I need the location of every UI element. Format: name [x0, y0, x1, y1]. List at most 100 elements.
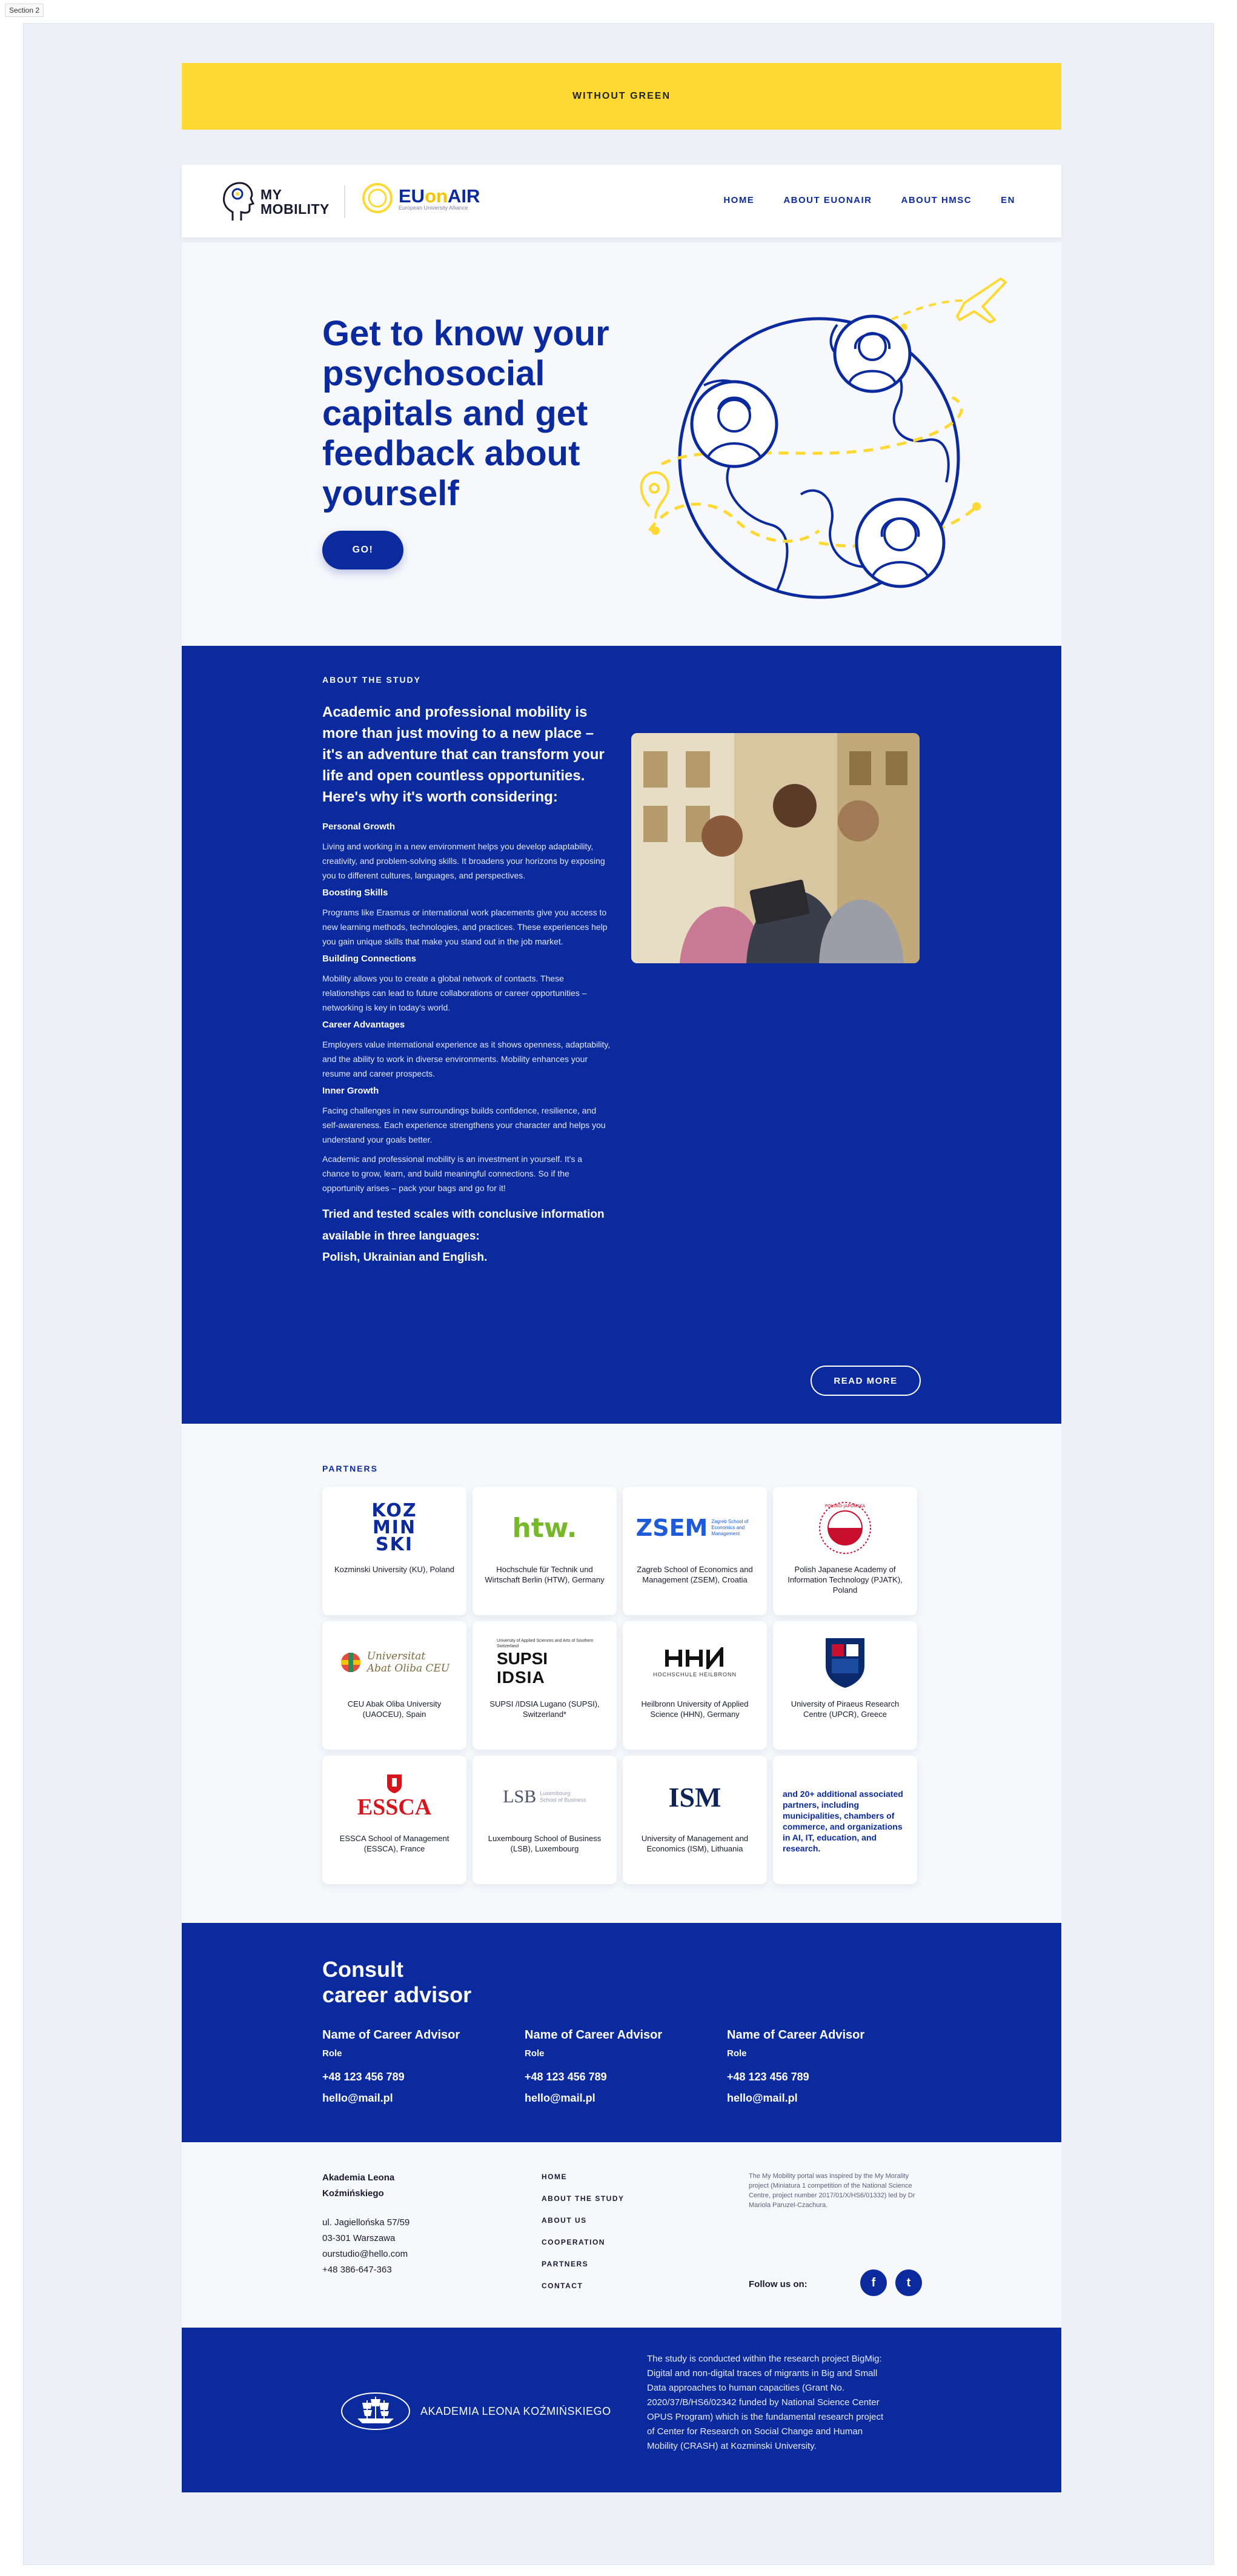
footer-address: Akademia Leona Koźmińskiego ul. Jagiello…	[322, 2170, 456, 2278]
logo-line-2: MOBILITY	[260, 201, 330, 217]
partner-caption: Hochschule für Technik und Wirtschaft Be…	[485, 1565, 605, 1584]
city: 03-301 Warszawa	[322, 2233, 396, 2243]
partner-caption: Luxembourg School of Business (LSB), Lux…	[488, 1834, 602, 1853]
partner-caption: Heilbronn University of Applied Science …	[641, 1699, 749, 1719]
partner-card-lsb[interactable]: LSB Luxembourg School of Business Luxemb…	[473, 1756, 617, 1884]
euonair-logo[interactable]: EUonAIR European University Alliance	[361, 182, 480, 214]
nav-about-euonair[interactable]: ABOUT EUONAIR	[783, 195, 872, 205]
advisor-card: Name of Career Advisor Role +48 123 456 …	[525, 2028, 706, 2105]
advisor-card: Name of Career Advisor Role +48 123 456 …	[727, 2028, 909, 2105]
bottom-bar: AKADEMIA LEONA KOŹMIŃSKIEGO The study is…	[182, 2328, 1061, 2492]
airplane-icon	[956, 277, 1007, 324]
footer-link-cooperation[interactable]: COOPERATION	[542, 2238, 625, 2246]
advisor-name: Name of Career Advisor	[727, 2028, 865, 2042]
go-button[interactable]: GO!	[322, 531, 403, 569]
partner-caption: CEU Abak Oliba University (UAOCEU), Spai…	[347, 1699, 442, 1719]
advisor-phone[interactable]: +48 123 456 789	[727, 2071, 909, 2083]
hero-title: Get to know your psychosocial capitals a…	[322, 314, 609, 513]
about-languages: Polish, Ukrainian and English.	[322, 1251, 488, 1264]
supsi-wordmark: SUPSI	[497, 1649, 548, 1668]
akademia-logo[interactable]: AKADEMIA LEONA KOŹMIŃSKIEGO	[340, 2392, 611, 2431]
euonair-wordmark: EUonAIR	[399, 185, 480, 207]
partner-card-htw[interactable]: htw. Hochschule für Technik und Wirtscha…	[473, 1487, 617, 1615]
partner-card-kozminski[interactable]: KOZ MIN SKI Kozminski University (KU), P…	[322, 1487, 466, 1615]
footer-link-partners[interactable]: PARTNERS	[542, 2260, 625, 2268]
essca-logo: ESSCA	[322, 1767, 466, 1827]
head-profile-icon	[223, 182, 254, 221]
partner-card-abat-oliba[interactable]: Universitat Abat Oliba CEU CEU Abak Olib…	[322, 1621, 466, 1750]
item-title: Building Connections	[322, 954, 416, 964]
advisor-email[interactable]: hello@mail.pl	[525, 2092, 706, 2105]
euonair-subtitle: European University Alliance	[399, 205, 468, 211]
partners-grid: KOZ MIN SKI Kozminski University (KU), P…	[322, 1487, 917, 1884]
footer-link-contact[interactable]: CONTACT	[542, 2282, 625, 2290]
about-summary: Academic and professional mobility is an…	[322, 1154, 583, 1193]
advisor-phone[interactable]: +48 123 456 789	[525, 2071, 706, 2083]
students-photo-illustration	[631, 733, 920, 963]
partner-card-hhn[interactable]: HOCHSCHULE HEILBRONN Heilbronn Universit…	[623, 1621, 767, 1750]
banner-text: WITHOUT GREEN	[572, 91, 671, 101]
item-text: Programs like Erasmus or international w…	[322, 908, 608, 946]
partners-eyebrow: PARTNERS	[322, 1464, 378, 1473]
footer-phone[interactable]: +48 386-647-363	[322, 2262, 456, 2278]
partner-caption: Kozminski University (KU), Poland	[334, 1565, 454, 1574]
item-text: Living and working in a new environment …	[322, 842, 605, 880]
item-title: Career Advantages	[322, 1020, 405, 1030]
wordmark-air: AIR	[447, 185, 480, 207]
item-title: Boosting Skills	[322, 888, 388, 898]
partner-card-essca[interactable]: ESSCA ESSCA School of Management (ESSCA)…	[322, 1756, 466, 1884]
nav-about-hmsc[interactable]: ABOUT HMSC	[901, 195, 972, 205]
footer-link-about-study[interactable]: ABOUT THE STUDY	[542, 2194, 625, 2203]
partner-caption: University of Management and Economics (…	[641, 1834, 749, 1853]
supsi-tagline: University of Applied Sciences and Arts …	[497, 1639, 594, 1648]
consult-title-line-1: Consult	[322, 1957, 403, 1982]
footer: Akademia Leona Koźmińskiego ul. Jagiello…	[182, 2142, 1061, 2328]
my-mobility-logo[interactable]: MY MOBILITY	[221, 181, 330, 223]
partner-caption: University of Piraeus Research Centre (U…	[791, 1699, 900, 1719]
partner-card-supsi[interactable]: University of Applied Sciences and Arts …	[473, 1621, 617, 1750]
hhn-mark-icon	[665, 1647, 723, 1669]
partners-section: PARTNERS KOZ MIN SKI Kozminski Universit…	[182, 1424, 1061, 1923]
advisor-email[interactable]: hello@mail.pl	[727, 2092, 909, 2105]
org-name-line-1: Akademia Leona	[322, 2173, 395, 2183]
item-text: Facing challenges in new surroundings bu…	[322, 1106, 606, 1144]
footer-note: The My Mobility portal was inspired by t…	[749, 2173, 915, 2209]
about-closing: Tried and tested scales with conclusive …	[322, 1208, 605, 1243]
top-banner: WITHOUT GREEN	[182, 63, 1061, 130]
footer-email[interactable]: ourstudio@hello.com	[322, 2246, 456, 2262]
abat-oliba-line-1: Universitat	[366, 1650, 426, 1662]
avatar-man-left	[690, 380, 778, 468]
footer-link-about-us[interactable]: ABOUT US	[542, 2216, 625, 2225]
nav-language[interactable]: EN	[1001, 195, 1015, 205]
read-more-button[interactable]: READ MORE	[811, 1366, 921, 1396]
partner-card-pjatk[interactable]: POLSKO-JAPOŃSKA Polish Japanese Academy …	[773, 1487, 917, 1615]
consult-section: Consult career advisor Name of Career Ad…	[182, 1923, 1061, 2142]
partner-card-zsem[interactable]: ZSEM Zagreb School of Economics and Mana…	[623, 1487, 767, 1615]
partner-card-ism[interactable]: ISM University of Management and Economi…	[623, 1756, 767, 1884]
facebook-icon[interactable]: f	[860, 2269, 887, 2296]
partner-card-upcr[interactable]: University of Piraeus Research Centre (U…	[773, 1621, 917, 1750]
about-lead: Academic and professional mobility is mo…	[322, 704, 605, 805]
advisor-name: Name of Career Advisor	[525, 2028, 663, 2042]
htw-wordmark: htw.	[512, 1512, 577, 1544]
advisor-phone[interactable]: +48 123 456 789	[322, 2071, 504, 2083]
upcr-shield-icon	[826, 1638, 864, 1688]
twitter-icon[interactable]: t	[895, 2269, 922, 2296]
wordmark-eu: EU	[399, 185, 425, 207]
lsb-sub-line-2: School of Business	[540, 1797, 586, 1803]
partner-caption: Zagreb School of Economics and Managemen…	[637, 1565, 753, 1584]
advisor-role: Role	[322, 2048, 342, 2059]
more-partners-text: and 20+ additional associated partners, …	[783, 1789, 903, 1853]
item-text: Employers value international experience…	[322, 1040, 611, 1078]
footer-link-home[interactable]: HOME	[542, 2173, 625, 2181]
abat-oliba-cross-icon	[340, 1653, 360, 1672]
essca-crest-icon	[387, 1774, 402, 1793]
nav-home[interactable]: HOME	[723, 195, 754, 205]
consult-title-line-2: career advisor	[322, 1982, 472, 2007]
htw-logo: htw.	[473, 1498, 617, 1558]
lsb-wordmark: LSB	[503, 1787, 537, 1807]
hero-section: Get to know your psychosocial capitals a…	[182, 242, 1061, 646]
project-info: The study is conducted within the resear…	[647, 2354, 884, 2451]
nav-links: HOME ABOUT EUONAIR ABOUT HMSC EN	[723, 195, 1015, 205]
advisor-email[interactable]: hello@mail.pl	[322, 2092, 504, 2105]
